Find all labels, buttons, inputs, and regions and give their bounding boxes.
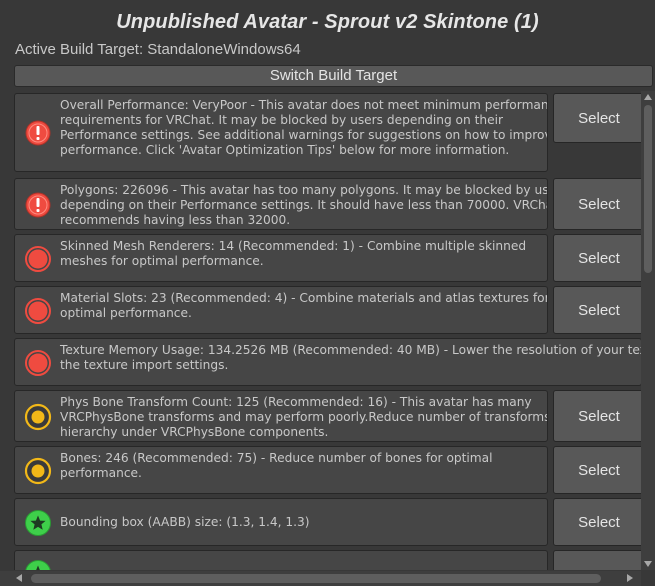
message-box: Texture Memory Usage: 134.2526 MB (Recom… [14, 338, 641, 386]
list-item: Skinned Mesh Renderers: 14 (Recommended:… [0, 234, 641, 282]
vertical-scrollbar[interactable] [641, 91, 655, 570]
message-box: Bones: 246 (Recommended: 75) - Reduce nu… [14, 446, 548, 494]
list-item: Overall Performance: VeryPoor - This ava… [0, 93, 641, 172]
scroll-down-arrow-icon[interactable] [644, 561, 652, 567]
horizontal-scroll-thumb[interactable] [31, 574, 601, 583]
select-button[interactable]: Select [553, 446, 641, 494]
vertical-scroll-thumb[interactable] [644, 105, 652, 273]
active-build-target-label: Active Build Target: StandaloneWindows64 [15, 41, 301, 58]
scrollbar-corner [641, 571, 655, 586]
list-item: Material Slots: 23 (Recommended: 4) - Co… [0, 286, 641, 334]
message-text: Polygons: 226096 - This avatar has too m… [60, 183, 548, 227]
message-text: Skinned Mesh Renderers: 14 (Recommended:… [60, 239, 527, 268]
list-item: Texture Memory Usage: 134.2526 MB (Recom… [0, 338, 641, 386]
red-circle-icon [24, 245, 52, 273]
list-item: Bones: 246 (Recommended: 75) - Reduce nu… [0, 446, 641, 494]
message-box: Skinned Mesh Renderers: 14 (Recommended:… [14, 234, 548, 282]
scroll-up-arrow-icon[interactable] [644, 94, 652, 100]
exclamation-icon [24, 191, 52, 219]
select-button[interactable] [553, 550, 641, 570]
message-text: Texture Memory Usage: 134.2526 MB (Recom… [60, 343, 641, 372]
list-item [0, 550, 641, 570]
horizontal-scrollbar[interactable] [0, 571, 641, 586]
select-button[interactable]: Select [553, 93, 641, 143]
switch-build-target-button[interactable]: Switch Build Target [14, 65, 653, 87]
message-text: Bounding box (AABB) size: (1.3, 1.4, 1.3… [60, 515, 310, 529]
red-circle-icon [24, 297, 52, 325]
validation-message-list: Overall Performance: VeryPoor - This ava… [0, 91, 641, 570]
message-text: Bones: 246 (Recommended: 75) - Reduce nu… [60, 451, 493, 480]
message-text: Phys Bone Transform Count: 125 (Recommen… [60, 395, 548, 439]
message-box: Bounding box (AABB) size: (1.3, 1.4, 1.3… [14, 498, 548, 546]
message-box: Polygons: 226096 - This avatar has too m… [14, 178, 548, 230]
message-text: Overall Performance: VeryPoor - This ava… [60, 98, 548, 157]
list-item: Polygons: 226096 - This avatar has too m… [0, 178, 641, 230]
message-box: Overall Performance: VeryPoor - This ava… [14, 93, 548, 172]
scroll-left-arrow-icon[interactable] [16, 574, 22, 582]
scroll-right-arrow-icon[interactable] [627, 574, 633, 582]
red-circle-icon [24, 349, 52, 377]
yellow-circle-icon [24, 403, 52, 431]
exclamation-icon [24, 119, 52, 147]
select-button[interactable]: Select [553, 286, 641, 334]
message-box [14, 550, 548, 570]
yellow-circle-icon [24, 457, 52, 485]
select-button[interactable]: Select [553, 234, 641, 282]
message-text: Material Slots: 23 (Recommended: 4) - Co… [60, 291, 548, 320]
green-star-icon [24, 509, 52, 537]
list-item: Bounding box (AABB) size: (1.3, 1.4, 1.3… [0, 498, 641, 546]
green-star-icon [24, 559, 52, 570]
window-title: Unpublished Avatar - Sprout v2 Skintone … [116, 11, 539, 33]
select-button[interactable]: Select [553, 498, 641, 546]
select-button[interactable]: Select [553, 390, 641, 442]
message-box: Material Slots: 23 (Recommended: 4) - Co… [14, 286, 548, 334]
select-button[interactable]: Select [553, 178, 641, 230]
list-item: Phys Bone Transform Count: 125 (Recommen… [0, 390, 641, 442]
message-box: Phys Bone Transform Count: 125 (Recommen… [14, 390, 548, 442]
